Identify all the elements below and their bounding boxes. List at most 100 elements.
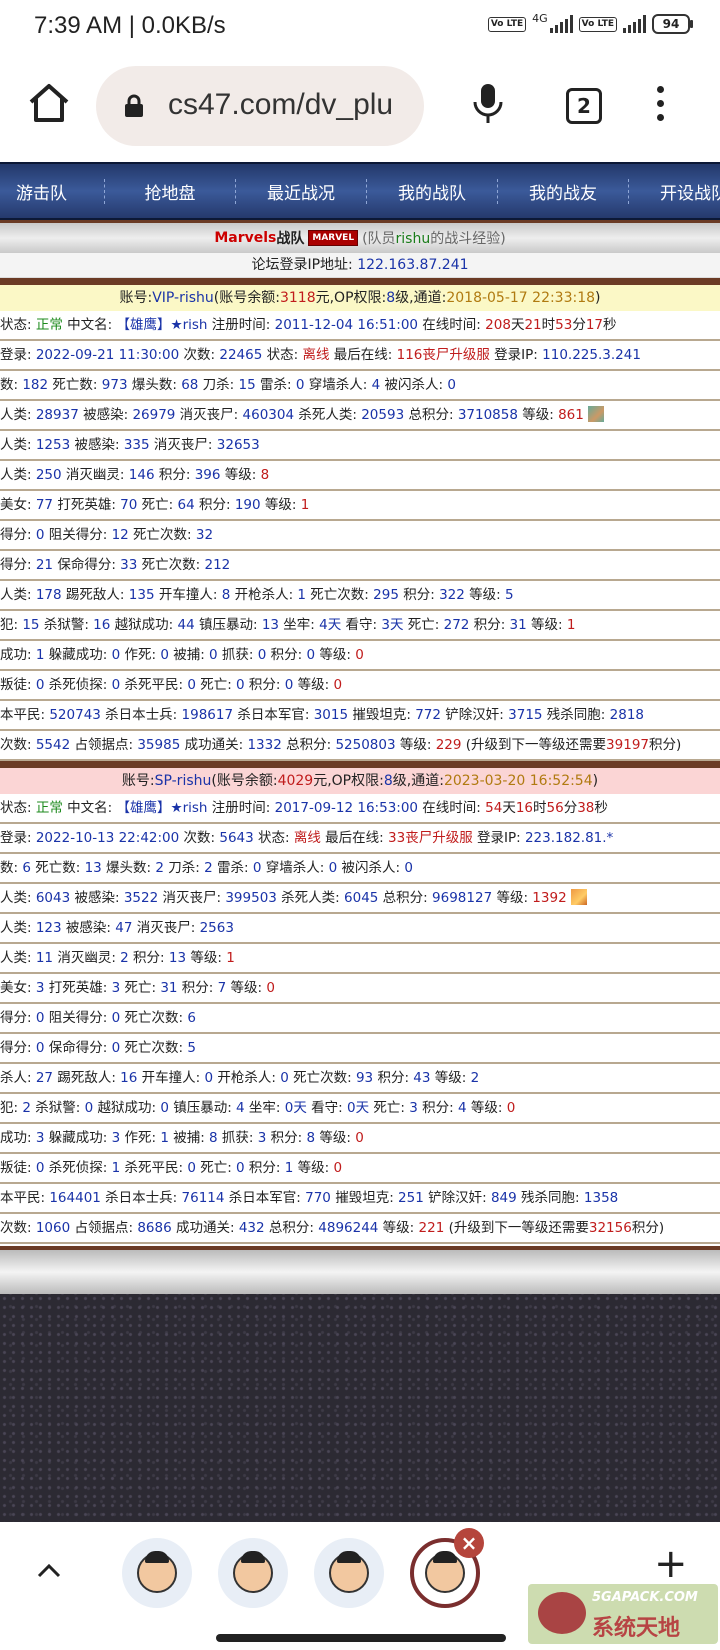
stat-value: 28937 [35,407,79,423]
stat-value: 【雄鹰】★rish [116,800,208,816]
stat-label: 铲除汉奸: [423,1190,491,1206]
stat-row: 得分: 0 保命得分: 0 死亡次数: 5 [0,1034,720,1064]
stat-label: 穿墙杀人: [304,377,372,393]
stat-label: 躲藏成功: [44,1130,112,1146]
stat-label: 镇压暴动: [194,617,262,633]
stat-label: 死亡: [137,497,178,513]
stat-label: 杀死侦探: [44,1160,112,1176]
tab-thumbnail[interactable] [314,1538,384,1608]
tab-thumbnail[interactable] [122,1538,192,1608]
account-label: 账号: [121,773,155,789]
tab-thumbnail[interactable] [218,1538,288,1608]
subtitle-suffix: 的战斗经验) [430,231,506,247]
address-bar[interactable]: cs47.com/dv_plu [96,66,424,146]
stat-label: 穿墙杀人: [261,860,329,876]
nav-item-my-friends[interactable]: 我的战友 [498,178,629,204]
stat-label: 杀死平民: [120,677,188,693]
page-footer-bar [0,1246,720,1294]
home-icon[interactable] [26,80,72,126]
stat-value: 43 [413,1070,431,1086]
level-avatar-icon [570,889,587,905]
stat-value: 123 [35,920,62,936]
stat-value: 13 [84,860,102,876]
stat-label: 打死英雄: [44,980,112,996]
stat-label: 积分) [649,737,682,753]
volte-icon: Vo LTE [487,16,527,32]
close-tab-icon[interactable]: × [454,1528,484,1558]
stat-label: 死亡次数: [306,587,374,603]
stat-value: 0 [266,980,275,996]
stat-label: 积分: [154,467,195,483]
stat-value: 0天 [347,1100,370,1116]
microphone-icon[interactable] [470,82,506,124]
stat-value: 221 [418,1220,445,1236]
stat-value: 33丧尸升级服 [388,830,473,846]
stat-value: 460304 [242,407,295,423]
stat-row: 犯: 15 杀狱警: 16 越狱成功: 44 镇压暴动: 13 坐牢: 4天 看… [0,611,720,641]
stat-row: 犯: 2 杀狱警: 0 越狱成功: 0 镇压暴动: 4 坐牢: 0天 看守: 0… [0,1094,720,1124]
subtitle-prefix: (队员 [362,231,396,247]
account-name[interactable]: VIP-rishu [152,290,214,306]
stat-value: 20593 [361,407,405,423]
stat-label: 被感染: [61,920,116,936]
nav-item-recent-battles[interactable]: 最近战况 [236,178,367,204]
team-header: Marvels 战队 MARVEL (队员rishu的战斗经验) [0,220,720,253]
stat-value: 2022-10-13 22:42:00 [35,830,180,846]
stat-label: (升级到下一等级还需要 [461,737,607,753]
stat-label: 抓获: [217,647,258,663]
stat-label: 杀人: [0,1070,36,1086]
stat-value: 31 [509,617,527,633]
stat-label: 等级: [226,980,267,996]
stat-value: 520743 [49,707,101,723]
stat-value: 0 [355,647,364,663]
stat-value: 【雄鹰】★rish [116,317,208,333]
stat-value: 8 [209,1130,218,1146]
stat-value: 26979 [132,407,176,423]
stat-value: 250 [35,467,62,483]
stat-row: 登录: 2022-09-21 11:30:00 次数: 22465 状态: 离线… [0,341,720,371]
stat-label: 积分: [194,497,235,513]
nav-item-guerrilla[interactable]: 游击队 [0,178,105,204]
home-indicator[interactable] [216,1634,506,1642]
stat-label: 总积分: [378,890,433,906]
subtitle-user[interactable]: rishu [396,231,431,247]
stat-value: 1 [297,587,307,603]
stat-label: 死亡: [195,1160,237,1176]
stat-label: 杀死平民: [120,1160,188,1176]
account-op-label: 元,OP权限: [315,290,387,306]
stat-value: 3015 [313,707,349,723]
stat-value: 0 [333,1160,343,1176]
stat-value: 212 [204,557,231,573]
stat-row: 成功: 1 躲藏成功: 0 作死: 0 被捕: 0 抓获: 0 积分: 0 等级… [0,641,720,671]
stat-value: 32 [195,527,214,543]
team-suffix: 战队 [276,231,305,247]
stat-label: 杀日本士兵: [100,707,182,723]
nav-item-create-team[interactable]: 开设战队 [629,179,720,204]
stat-value: 110.225.3.241 [542,347,641,363]
stat-value: 44 [177,617,195,633]
stat-label: 杀狱警: [30,1100,85,1116]
nav-item-territory[interactable]: 抢地盘 [105,178,236,204]
stat-value: 198617 [181,707,234,723]
stat-label: 消灭丧尸: [149,437,217,453]
stat-value: 0 [506,1100,516,1116]
stat-label: 坐牢: [244,1100,285,1116]
stat-label: 被闪杀人: [337,860,405,876]
stat-label: 占领据点: [70,737,138,753]
nav-item-my-team[interactable]: 我的战队 [367,178,498,204]
stat-label: 登录IP: [489,347,543,363]
account-name[interactable]: SP-rishu [155,773,212,789]
more-menu-icon[interactable] [656,86,666,126]
new-tab-button[interactable]: + [654,1544,688,1584]
chevron-up-icon[interactable] [34,1556,64,1586]
stat-value: 64 [177,497,195,513]
tab-switcher-button[interactable]: 2 [566,88,602,124]
stat-row: 得分: 21 保命得分: 33 死亡次数: 212 [0,551,720,581]
stat-label: 人类: [0,890,36,906]
stat-label: 等级: [378,1220,419,1236]
stat-label: 打死英雄: [53,497,121,513]
stat-value: 15 [238,377,256,393]
stat-value: 396 [194,467,221,483]
stat-row: 得分: 0 阻关得分: 12 死亡次数: 32 [0,521,720,551]
stat-value: 5542 [35,737,71,753]
